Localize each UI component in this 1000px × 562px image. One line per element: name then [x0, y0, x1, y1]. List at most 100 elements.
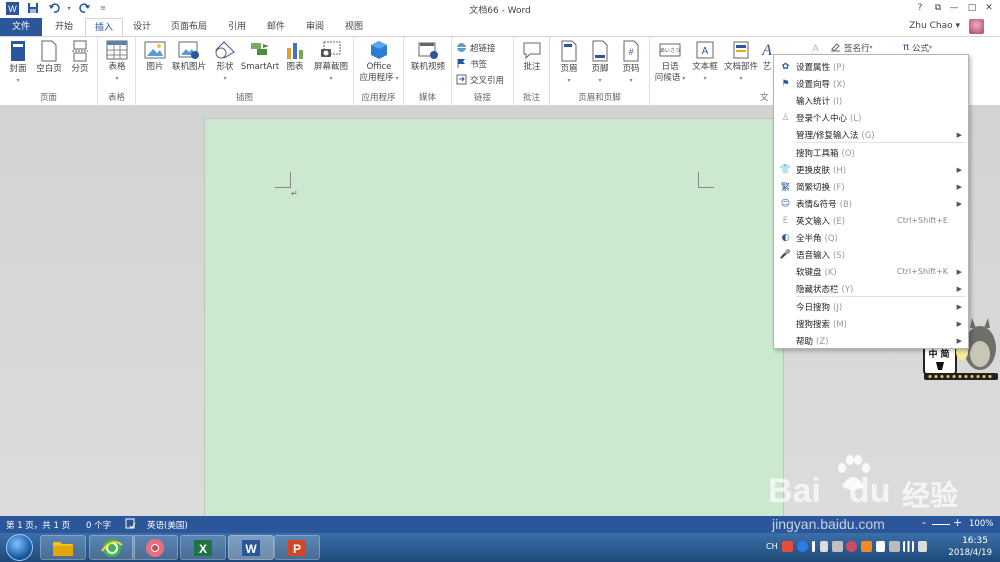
- signature-line-button[interactable]: 签名行 ▾: [830, 40, 873, 55]
- smartart-button[interactable]: SmartArt: [240, 40, 280, 73]
- menu-item-10[interactable]: ◐ 全半角 (Q): [774, 229, 968, 246]
- ie-browser-icon: [101, 538, 123, 557]
- comment-button[interactable]: 批注: [518, 40, 546, 73]
- tab-home[interactable]: 开始: [46, 18, 82, 36]
- svg-text:A: A: [761, 42, 772, 59]
- smiley-icon: ☺: [780, 198, 791, 209]
- cross-reference-button[interactable]: 交叉引用: [456, 72, 504, 87]
- svg-text:P: P: [293, 542, 301, 556]
- table-button[interactable]: 表格 ▾: [102, 40, 132, 84]
- maximize-button[interactable]: □: [964, 1, 980, 15]
- menu-item-2[interactable]: 输入统计 (I): [774, 92, 968, 109]
- clock-date[interactable]: 2018/4/19: [948, 548, 992, 558]
- menu-item-label: 英文输入: [796, 216, 831, 227]
- menu-item-text: 输入统计 (I): [796, 95, 842, 107]
- menu-item-9[interactable]: E 英文输入 (E) Ctrl+Shift+E: [774, 212, 968, 229]
- menu-item-6[interactable]: 👕 更换皮肤 (H) ▶: [774, 161, 968, 178]
- hyperlink-button[interactable]: 超链接: [456, 40, 496, 55]
- office-apps-button[interactable]: Office 应用程序 ▾: [357, 40, 401, 84]
- menu-item-text: 设置向导 (X): [796, 78, 845, 90]
- menu-item-label: 简繁切换: [796, 182, 831, 193]
- menu-item-text: 搜狗搜索 (M): [796, 318, 847, 330]
- ribbon-display-options-button[interactable]: ⧉: [930, 1, 946, 15]
- menu-item-4[interactable]: 管理/修复输入法 (G) ▶: [774, 126, 968, 143]
- avatar[interactable]: [969, 19, 984, 34]
- menu-item-8[interactable]: ☺ 表情&符号 (B) ▶: [774, 195, 968, 212]
- online-picture-button[interactable]: 联机图片: [170, 40, 208, 73]
- menu-item-12[interactable]: 软键盘 (K) Ctrl+Shift+K ▶: [774, 263, 968, 280]
- watermark-cn-text: 经验: [902, 479, 959, 512]
- menu-item-15[interactable]: 搜狗搜索 (M) ▶: [774, 315, 968, 332]
- group-label-comments: 批注: [522, 93, 540, 103]
- page-break-button[interactable]: 分页: [66, 40, 94, 75]
- group-label-pages: 页面: [39, 93, 57, 103]
- equation-button[interactable]: π 公式 ▾: [903, 40, 932, 55]
- help-button[interactable]: ?: [912, 1, 928, 15]
- proofing-icon[interactable]: [125, 518, 136, 532]
- menu-item-label: 全半角: [796, 233, 822, 244]
- minimize-button[interactable]: —: [946, 1, 962, 15]
- textbox-button[interactable]: A 文本框 ▾: [690, 40, 720, 84]
- tab-mailings[interactable]: 邮件: [259, 18, 293, 36]
- screenshot-button[interactable]: 屏幕截图 ▾: [310, 40, 352, 84]
- menu-item-7[interactable]: 繁简繁切换 (F) ▶: [774, 178, 968, 195]
- quick-parts-button[interactable]: 文档部件 ▾: [722, 40, 760, 84]
- menu-item-text: 搜狗工具箱 (O): [796, 147, 855, 159]
- page-count[interactable]: 第 1 页，共 1 页: [6, 519, 70, 531]
- user-name[interactable]: Zhu Chao ▾: [909, 21, 960, 31]
- menu-item-1[interactable]: ⚑ 设置向导 (X): [774, 75, 968, 92]
- close-button[interactable]: ✕: [981, 1, 997, 15]
- submenu-arrow-icon: ▶: [956, 182, 962, 191]
- footer-button[interactable]: 页脚 ▾: [585, 40, 615, 86]
- menu-item-5[interactable]: 搜狗工具箱 (O): [774, 144, 968, 161]
- japanese-greetings-button[interactable]: あいさつ 日语 问候语 ▾: [652, 40, 688, 84]
- picture-button[interactable]: 图片: [140, 40, 170, 73]
- tab-design[interactable]: 设计: [126, 18, 158, 36]
- blank-page-button[interactable]: 空白页: [33, 40, 65, 75]
- tab-view[interactable]: 视图: [337, 18, 371, 36]
- menu-item-text: 英文输入 (E): [796, 215, 845, 227]
- chart-button[interactable]: 图表: [282, 40, 308, 73]
- bookmark-button[interactable]: 书签: [456, 56, 487, 71]
- zoom-level[interactable]: 100%: [969, 519, 993, 529]
- tab-review[interactable]: 审阅: [298, 18, 332, 36]
- margin-corner-top-left: [275, 172, 291, 188]
- menu-item-label: 管理/修复输入法: [796, 130, 859, 141]
- taskbar-word[interactable]: W: [228, 535, 274, 560]
- submenu-arrow-icon: ▶: [956, 267, 962, 276]
- menu-item-accelerator: (I): [833, 96, 843, 107]
- cover-page-button[interactable]: 封面 ▾: [4, 40, 32, 86]
- shapes-button[interactable]: 形状 ▾: [210, 40, 240, 84]
- taskbar-chrome[interactable]: [132, 535, 178, 560]
- page-number-button[interactable]: # 页码 ▾: [616, 40, 646, 86]
- menu-item-3[interactable]: ♙ 登录个人中心 (L): [774, 109, 968, 126]
- menu-item-text: 设置属性 (P): [796, 61, 845, 73]
- menu-item-text: 帮助 (Z): [796, 335, 828, 347]
- taskbar-ie-browser[interactable]: [89, 535, 135, 560]
- start-button[interactable]: [6, 534, 33, 561]
- word-count[interactable]: 0 个字: [86, 519, 111, 531]
- menu-item-label: 语音输入: [796, 250, 831, 261]
- tab-references[interactable]: 引用: [220, 18, 254, 36]
- svg-text:W: W: [245, 542, 257, 556]
- header-button[interactable]: 页眉 ▾: [554, 40, 584, 86]
- taskbar-powerpoint[interactable]: P: [274, 535, 320, 560]
- menu-item-16[interactable]: 帮助 (Z) ▶: [774, 332, 968, 349]
- drop-cap-icon[interactable]: A: [810, 40, 824, 55]
- menu-item-0[interactable]: ✿ 设置属性 (P): [774, 58, 968, 75]
- wordart-button[interactable]: A 艺: [760, 40, 774, 73]
- moon-icon: ◐: [781, 232, 790, 243]
- online-video-button[interactable]: 联机视频: [408, 40, 448, 73]
- picture-icon: [144, 41, 166, 59]
- tab-insert[interactable]: 插入: [85, 18, 123, 37]
- taskbar-excel[interactable]: X: [180, 535, 226, 560]
- tab-page-layout[interactable]: 页面布局: [163, 18, 215, 36]
- language-indicator[interactable]: 英语(美国): [147, 519, 188, 531]
- menu-item-14[interactable]: 今日搜狗 (J) ▶: [774, 298, 968, 315]
- menu-item-11[interactable]: 🎤 语音输入 (S): [774, 246, 968, 263]
- tab-file[interactable]: 文件: [0, 18, 42, 36]
- taskbar-file-explorer[interactable]: [40, 535, 86, 560]
- menu-item-13[interactable]: 隐藏状态栏 (Y) ▶: [774, 280, 968, 297]
- signature-icon: [831, 43, 840, 52]
- document-page[interactable]: ↵: [204, 118, 784, 528]
